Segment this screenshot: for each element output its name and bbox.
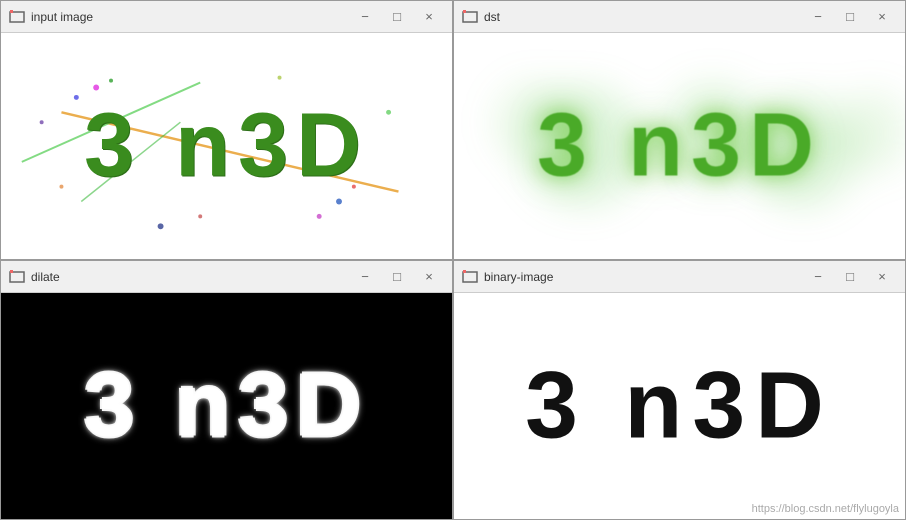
window-icon-dst [462, 9, 478, 25]
window-icon-dilate [9, 269, 25, 285]
minimize-button-dilate[interactable]: − [350, 266, 380, 288]
dilate-image-text: 3 n3D [84, 355, 369, 458]
dst-image-text: 3 n3D [537, 95, 822, 198]
titlebar-dst: dst − □ × [454, 1, 905, 33]
input-image-text: 3 n3D [84, 95, 369, 198]
titlebar-dilate: dilate − □ × [1, 261, 452, 293]
close-button-binary[interactable]: × [867, 266, 897, 288]
titlebar-buttons-input: − □ × [350, 6, 444, 28]
titlebar-input-image: input image − □ × [1, 1, 452, 33]
titlebar-title-dilate: dilate [31, 270, 350, 284]
close-button-input[interactable]: × [414, 6, 444, 28]
titlebar-title-binary: binary-image [484, 270, 803, 284]
window-input-image: input image − □ × 3 n [0, 0, 453, 260]
window-icon-input [9, 9, 25, 25]
canvas-binary-image: 3 n3D https://blog.csdn.net/flylugoyla [454, 293, 905, 519]
titlebar-buttons-binary: − □ × [803, 266, 897, 288]
binary-image-text: 3 n3D [525, 352, 834, 461]
titlebar-title-input: input image [31, 10, 350, 24]
window-dilate: dilate − □ × 3 n3D [0, 260, 453, 520]
window-binary-image: binary-image − □ × 3 n3D https://blog.cs… [453, 260, 906, 520]
minimize-button-input[interactable]: − [350, 6, 380, 28]
canvas-dst-image: 3 n3D [454, 33, 905, 259]
titlebar-buttons-dst: − □ × [803, 6, 897, 28]
canvas-dilate-image: 3 n3D [1, 293, 452, 519]
titlebar-buttons-dilate: − □ × [350, 266, 444, 288]
restore-button-dst[interactable]: □ [835, 6, 865, 28]
window-dst: dst − □ × 3 n3D [453, 0, 906, 260]
restore-button-binary[interactable]: □ [835, 266, 865, 288]
minimize-button-binary[interactable]: − [803, 266, 833, 288]
titlebar-binary-image: binary-image − □ × [454, 261, 905, 293]
canvas-input-image: 3 n3D [1, 33, 452, 259]
close-button-dst[interactable]: × [867, 6, 897, 28]
watermark-text: https://blog.csdn.net/flylugoyla [752, 503, 899, 515]
close-button-dilate[interactable]: × [414, 266, 444, 288]
restore-button-dilate[interactable]: □ [382, 266, 412, 288]
window-icon-binary [462, 269, 478, 285]
titlebar-title-dst: dst [484, 10, 803, 24]
minimize-button-dst[interactable]: − [803, 6, 833, 28]
restore-button-input[interactable]: □ [382, 6, 412, 28]
